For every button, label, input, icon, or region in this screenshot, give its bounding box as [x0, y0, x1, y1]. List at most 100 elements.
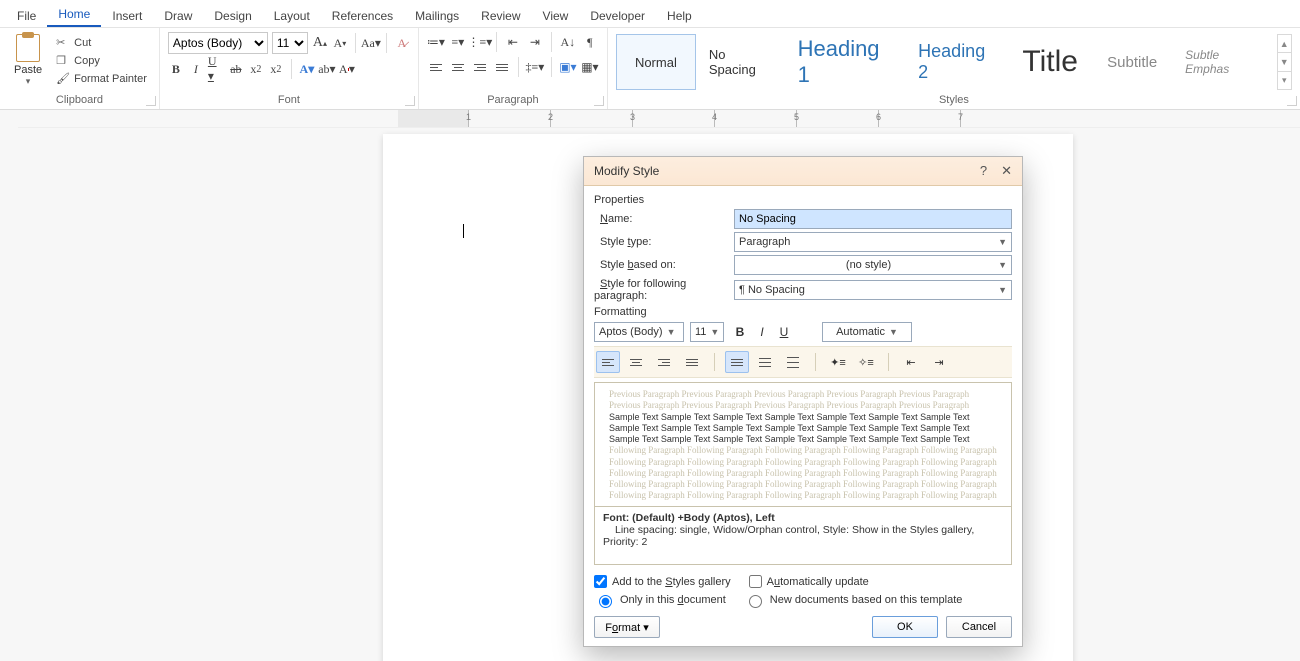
- superscript-button[interactable]: x2: [268, 61, 284, 77]
- fmt-color-combo[interactable]: Automatic▼: [822, 322, 912, 342]
- tab-design[interactable]: Design: [203, 3, 262, 27]
- tab-mailings[interactable]: Mailings: [404, 3, 470, 27]
- preview-following: Following Paragraph Following Paragraph …: [609, 445, 997, 501]
- style-type-combo[interactable]: Paragraph▼: [734, 232, 1012, 252]
- fmt-italic-button[interactable]: I: [752, 322, 772, 342]
- underline-button[interactable]: U ▾: [208, 61, 224, 77]
- tab-draw[interactable]: Draw: [153, 3, 203, 27]
- numbering-button[interactable]: ≡▾: [449, 34, 467, 50]
- chevron-down-icon: ▼: [998, 285, 1007, 295]
- following-para-combo[interactable]: ¶ No Spacing▼: [734, 280, 1012, 300]
- font-launcher[interactable]: [405, 96, 415, 106]
- dlg-align-right-button[interactable]: [652, 351, 676, 373]
- italic-button[interactable]: I: [188, 61, 204, 77]
- paragraph-launcher[interactable]: [594, 96, 604, 106]
- highlight-button[interactable]: ab▾: [319, 61, 335, 77]
- fmt-size-combo[interactable]: 11▼: [690, 322, 724, 342]
- paste-icon: [16, 34, 40, 62]
- font-name-combo[interactable]: Aptos (Body): [168, 32, 268, 54]
- close-button[interactable]: ✕: [1001, 163, 1012, 179]
- style-subtle-emphas[interactable]: Subtle Emphas: [1174, 34, 1274, 90]
- fmt-font-combo[interactable]: Aptos (Body)▼: [594, 322, 684, 342]
- gallery-up-icon[interactable]: ▲: [1278, 35, 1291, 52]
- add-to-gallery-checkbox[interactable]: Add to the Styles gallery: [594, 575, 731, 588]
- only-this-doc-radio[interactable]: Only in this document: [594, 592, 726, 608]
- clipboard-launcher[interactable]: [146, 96, 156, 106]
- multilevel-button[interactable]: ⋮≡▾: [471, 34, 489, 50]
- indent-inc-button[interactable]: ⇥: [927, 351, 951, 373]
- tab-file[interactable]: File: [6, 3, 47, 27]
- bullets-button[interactable]: ≔▾: [427, 34, 445, 50]
- shrink-font-button[interactable]: A▾: [332, 35, 348, 51]
- dlg-align-left-button[interactable]: [596, 351, 620, 373]
- fmt-bold-button[interactable]: B: [730, 322, 750, 342]
- tab-help[interactable]: Help: [656, 3, 703, 27]
- group-styles: NormalNo SpacingHeading 1Heading 2TitleS…: [608, 28, 1300, 109]
- auto-update-checkbox[interactable]: Automatically update: [749, 575, 869, 588]
- name-input[interactable]: [734, 209, 1012, 229]
- copy-button[interactable]: Copy: [52, 53, 151, 69]
- text-effects-button[interactable]: A▾: [299, 61, 315, 77]
- strikethrough-button[interactable]: ab: [228, 61, 244, 77]
- based-on-combo[interactable]: (no style)▼: [734, 255, 1012, 275]
- subscript-button[interactable]: x2: [248, 61, 264, 77]
- separator: [815, 353, 816, 371]
- tab-developer[interactable]: Developer: [579, 3, 656, 27]
- vertical-ruler[interactable]: [0, 110, 18, 661]
- gallery-more-icon[interactable]: ▾: [1278, 71, 1291, 89]
- style-heading-1[interactable]: Heading 1: [787, 34, 906, 90]
- space-before-inc-button[interactable]: ✦≡: [826, 351, 850, 373]
- paste-button[interactable]: Paste ▾: [8, 32, 48, 89]
- grow-font-button[interactable]: A▴: [312, 35, 328, 51]
- indent-dec-button[interactable]: ⇤: [899, 351, 923, 373]
- cancel-button[interactable]: Cancel: [946, 616, 1012, 638]
- line-spacing-button[interactable]: ‡≡▾: [526, 59, 544, 75]
- align-left-button[interactable]: [427, 59, 445, 75]
- gallery-down-icon[interactable]: ▼: [1278, 52, 1291, 70]
- tab-view[interactable]: View: [532, 3, 580, 27]
- ok-button[interactable]: OK: [872, 616, 938, 638]
- align-center-button[interactable]: [449, 59, 467, 75]
- style-subtitle[interactable]: Subtitle: [1092, 34, 1172, 90]
- horizontal-ruler[interactable]: 1234567: [18, 110, 1300, 128]
- styles-launcher[interactable]: [1287, 96, 1297, 106]
- new-docs-radio[interactable]: New documents based on this template: [744, 592, 963, 608]
- style-no-spacing[interactable]: No Spacing: [698, 34, 785, 90]
- format-painter-button[interactable]: Format Painter: [52, 71, 151, 87]
- gallery-scroll[interactable]: ▲▼▾: [1277, 34, 1292, 90]
- style-title[interactable]: Title: [1010, 34, 1090, 90]
- spacing-15-button[interactable]: [753, 351, 777, 373]
- font-size-combo[interactable]: 11: [272, 32, 308, 54]
- dlg-align-center-button[interactable]: [624, 351, 648, 373]
- tab-insert[interactable]: Insert: [101, 3, 153, 27]
- cut-button[interactable]: Cut: [52, 35, 151, 51]
- format-dropdown-button[interactable]: Format ▾: [594, 616, 660, 638]
- show-marks-button[interactable]: ¶: [581, 34, 599, 50]
- align-right-button[interactable]: [471, 59, 489, 75]
- spacing-double-button[interactable]: [781, 351, 805, 373]
- style-heading-2[interactable]: Heading 2: [907, 34, 1008, 90]
- dialog-title: Modify Style: [594, 164, 659, 178]
- help-button[interactable]: ?: [980, 163, 987, 179]
- justify-button[interactable]: [493, 59, 511, 75]
- clear-formatting-button[interactable]: A̷: [394, 35, 410, 51]
- dialog-titlebar[interactable]: Modify Style ? ✕: [584, 157, 1022, 186]
- bold-button[interactable]: B: [168, 61, 184, 77]
- sort-button[interactable]: A↓: [559, 34, 577, 50]
- change-case-button[interactable]: Aa▾: [363, 35, 379, 51]
- shading-button[interactable]: ▣▾: [559, 59, 577, 75]
- decrease-indent-button[interactable]: ⇤: [504, 34, 522, 50]
- borders-button[interactable]: ▦▾: [581, 59, 599, 75]
- increase-indent-button[interactable]: ⇥: [526, 34, 544, 50]
- fmt-underline-button[interactable]: U: [774, 322, 794, 342]
- space-before-dec-button[interactable]: ✧≡: [854, 351, 878, 373]
- spacing-single-button[interactable]: [725, 351, 749, 373]
- style-normal[interactable]: Normal: [616, 34, 696, 90]
- tab-references[interactable]: References: [321, 3, 404, 27]
- tab-home[interactable]: Home: [47, 1, 101, 27]
- separator: [291, 59, 292, 79]
- font-color-button[interactable]: A▾: [339, 61, 355, 77]
- tab-review[interactable]: Review: [470, 3, 531, 27]
- tab-layout[interactable]: Layout: [263, 3, 321, 27]
- dlg-justify-button[interactable]: [680, 351, 704, 373]
